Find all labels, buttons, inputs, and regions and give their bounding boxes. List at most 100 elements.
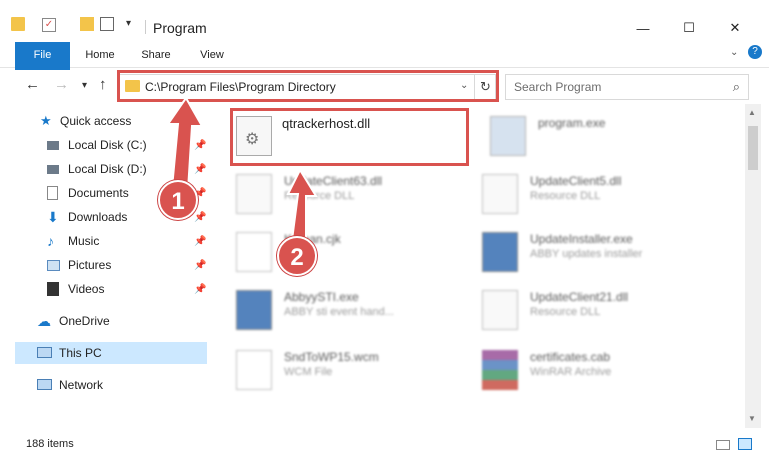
- file-description: WCM File: [284, 366, 333, 378]
- properties-icon[interactable]: ✓: [42, 18, 56, 32]
- star-icon: ★: [40, 113, 52, 128]
- recent-locations-icon[interactable]: ▾: [82, 80, 87, 91]
- file-item[interactable]: UpdateClient5.dll Resource DLL: [482, 170, 732, 220]
- vertical-scrollbar[interactable]: ▲ ▼: [745, 104, 761, 428]
- sidebar-item-this-pc[interactable]: This PC: [15, 342, 207, 364]
- sidebar-item-label: Local Disk (D:): [68, 162, 147, 176]
- file-description: Resource DLL: [530, 190, 601, 202]
- pin-icon[interactable]: 📌: [194, 140, 206, 151]
- quick-access-dropdown-icon[interactable]: ▾: [126, 18, 140, 32]
- details-view-icon[interactable]: [716, 440, 730, 450]
- file-icon: [236, 232, 272, 272]
- installer-icon: [482, 232, 518, 272]
- file-name: SndToWP15.wcm: [284, 350, 379, 364]
- file-description: ABBY sti event hand...: [284, 306, 394, 318]
- network-icon: [37, 379, 52, 390]
- up-arrow-icon[interactable]: ↑: [99, 76, 107, 93]
- pin-icon[interactable]: 📌: [194, 260, 206, 271]
- sidebar-item-label: This PC: [59, 346, 102, 360]
- maximize-button[interactable]: ☐: [666, 17, 712, 39]
- search-input[interactable]: Search Program: [514, 80, 601, 94]
- drive-icon: [47, 141, 59, 150]
- large-icons-view-icon[interactable]: [738, 438, 752, 450]
- music-icon: ♪: [47, 233, 54, 249]
- file-item[interactable]: UpdateClient63.dll Resource DLL: [236, 170, 486, 220]
- close-button[interactable]: ✕: [712, 17, 758, 39]
- item-count: 188 items: [26, 438, 74, 450]
- exe-file-icon: [490, 116, 526, 156]
- pin-icon[interactable]: 📌: [194, 284, 206, 295]
- dll-file-icon: [482, 174, 518, 214]
- sidebar-item-network[interactable]: Network: [37, 374, 208, 396]
- file-name: UpdateClient5.dll: [530, 174, 622, 188]
- tab-view[interactable]: View: [192, 42, 232, 68]
- archive-icon: [482, 350, 518, 390]
- tab-home[interactable]: Home: [78, 42, 122, 68]
- minimize-button[interactable]: —: [620, 17, 666, 39]
- documents-icon: [47, 186, 58, 200]
- computer-icon: [37, 347, 52, 358]
- download-icon: ⬇: [47, 209, 59, 225]
- exe-file-icon: [236, 290, 272, 330]
- status-bar: 188 items: [0, 432, 769, 456]
- dll-file-icon: [236, 174, 272, 214]
- file-name: certificates.cab: [530, 350, 611, 364]
- sidebar-item-label: Pictures: [68, 258, 112, 272]
- scroll-down-icon[interactable]: ▼: [748, 414, 756, 423]
- sidebar-item-quick-access[interactable]: ★ Quick access: [40, 110, 208, 132]
- scroll-up-icon[interactable]: ▲: [748, 108, 756, 117]
- folder-icon: [11, 17, 25, 31]
- file-item[interactable]: UpdateInstaller.exe ABBY updates install…: [482, 228, 732, 278]
- file-description: WinRAR Archive: [530, 366, 612, 378]
- scroll-thumb[interactable]: [748, 126, 758, 170]
- new-folder-icon[interactable]: [80, 17, 94, 31]
- customize-icon[interactable]: [100, 17, 114, 31]
- sidebar-item-local-disk-c[interactable]: Local Disk (C:): [47, 134, 208, 156]
- sidebar-item-videos[interactable]: Videos: [47, 278, 208, 300]
- file-item[interactable]: UpdateClient21.dll Resource DLL: [482, 286, 732, 336]
- ribbon-tabs: File Home Share View ⌄ ?: [0, 42, 769, 92]
- file-item[interactable]: certificates.cab WinRAR Archive: [482, 346, 732, 396]
- pin-icon[interactable]: 📌: [194, 236, 206, 247]
- pin-icon[interactable]: 📌: [194, 164, 206, 175]
- back-arrow-icon[interactable]: ←: [25, 76, 40, 93]
- callout-2: 2: [277, 236, 317, 276]
- file-item[interactable]: AbbyySTI.exe ABBY sti event hand...: [236, 286, 486, 336]
- file-description: Resource DLL: [530, 306, 601, 318]
- sidebar-item-label: Videos: [68, 282, 105, 296]
- pin-icon[interactable]: 📌: [194, 212, 206, 223]
- videos-icon: [47, 282, 59, 296]
- file-item[interactable]: SndToWP15.wcm WCM File: [236, 346, 486, 396]
- drive-icon: [47, 165, 59, 174]
- file-highlight-box: [230, 108, 469, 166]
- file-icon: [236, 350, 272, 390]
- sidebar-item-label: Downloads: [68, 210, 128, 224]
- search-box[interactable]: Search Program ⌕: [505, 74, 749, 100]
- sidebar-item-label: Documents: [68, 186, 129, 200]
- file-item[interactable]: Korean.cjk: [236, 228, 486, 278]
- file-name: UpdateClient63.dll: [284, 174, 383, 188]
- title-bar: ✓ ▾ Program — ☐ ✕: [0, 0, 769, 40]
- sidebar-item-label: Music: [68, 234, 100, 248]
- search-icon[interactable]: ⌕: [733, 79, 740, 95]
- title-separator: [145, 20, 146, 34]
- sidebar-item-label: Quick access: [60, 114, 132, 128]
- sidebar-item-music[interactable]: ♪ Music: [47, 230, 208, 252]
- file-name: UpdateInstaller.exe: [530, 232, 633, 246]
- help-icon[interactable]: ?: [748, 45, 762, 59]
- sidebar-item-pictures[interactable]: Pictures: [47, 254, 208, 276]
- sidebar-item-label: OneDrive: [59, 314, 110, 328]
- file-item-program-exe[interactable]: program.exe: [490, 112, 740, 162]
- sidebar-item-local-disk-d[interactable]: Local Disk (D:): [47, 158, 208, 180]
- file-name: program.exe: [538, 116, 606, 130]
- tab-share[interactable]: Share: [134, 42, 178, 68]
- callout-1: 1: [158, 180, 198, 220]
- forward-arrow-icon[interactable]: →: [54, 76, 69, 93]
- file-description: ABBY updates installer: [530, 248, 643, 260]
- navigation-pane: ★ Quick access Local Disk (C:) 📌 Local D…: [0, 104, 208, 428]
- pictures-icon: [47, 260, 60, 271]
- sidebar-item-onedrive[interactable]: ☁ OneDrive: [37, 310, 208, 332]
- expand-ribbon-icon[interactable]: ⌄: [730, 47, 738, 58]
- sidebar-item-label: Local Disk (C:): [68, 138, 147, 152]
- sidebar-item-label: Network: [59, 378, 104, 392]
